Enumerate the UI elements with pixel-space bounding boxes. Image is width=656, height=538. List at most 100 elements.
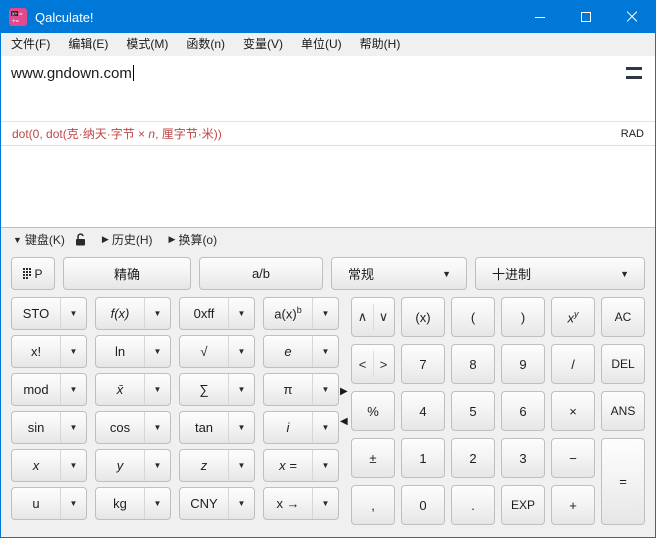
key-9[interactable]: 9 [501, 344, 545, 384]
key-equals[interactable]: = [601, 438, 645, 525]
key-cny-main[interactable]: CNY [180, 488, 228, 519]
key-z-main[interactable]: z [180, 450, 228, 481]
key-parens-x[interactable]: (x) [401, 297, 445, 337]
key-sin[interactable]: sin▼ [11, 411, 87, 444]
history-toggle[interactable]: ▶ 历史(H) [102, 231, 153, 248]
key-x-to-main[interactable]: x → [264, 488, 312, 519]
key-factorial-dropdown[interactable]: ▼ [60, 336, 86, 367]
key-pi-dropdown[interactable]: ▼ [312, 374, 338, 405]
key-x-equals[interactable]: x =▼ [263, 449, 339, 482]
key-sqrt-dropdown[interactable]: ▼ [228, 336, 254, 367]
key-7[interactable]: 7 [401, 344, 445, 384]
key-i-dropdown[interactable]: ▼ [312, 412, 338, 443]
equals-menu-icon[interactable] [626, 67, 642, 79]
nav-left-right-second[interactable]: > [373, 345, 394, 383]
key-x[interactable]: x▼ [11, 449, 87, 482]
key-mean-main[interactable]: x̄ [96, 374, 144, 405]
minimize-button[interactable] [517, 1, 563, 33]
key-comma[interactable]: , [351, 485, 395, 525]
menu-variables[interactable]: 变量(V) [234, 33, 292, 56]
key-multiply[interactable]: × [551, 391, 595, 431]
expand-left-handle[interactable]: ◀ [340, 416, 348, 427]
nav-left-right[interactable]: <> [351, 344, 395, 384]
key-sum[interactable]: ∑▼ [179, 373, 255, 406]
key-tan[interactable]: tan▼ [179, 411, 255, 444]
menu-help[interactable]: 帮助(H) [351, 33, 410, 56]
close-button[interactable] [609, 1, 655, 33]
key-sqrt[interactable]: √▼ [179, 335, 255, 368]
key-0[interactable]: 0 [401, 485, 445, 525]
key-kg[interactable]: kg▼ [95, 487, 171, 520]
key-power[interactable]: xy [551, 297, 595, 337]
menu-units[interactable]: 单位(U) [292, 33, 351, 56]
key-hex[interactable]: 0xff▼ [179, 297, 255, 330]
key-mod-main[interactable]: mod [12, 374, 60, 405]
keyboard-lock-button[interactable] [75, 233, 86, 246]
key-del[interactable]: DEL [601, 344, 645, 384]
key-function-dropdown[interactable]: ▼ [144, 298, 170, 329]
key-x-equals-main[interactable]: x = [264, 450, 312, 481]
key-apply-b[interactable]: a(x)b▼ [263, 297, 339, 330]
menu-mode[interactable]: 模式(M) [117, 33, 177, 56]
key-open-paren[interactable]: ( [451, 297, 495, 337]
key-minus[interactable]: − [551, 438, 595, 478]
key-sqrt-main[interactable]: √ [180, 336, 228, 367]
key-pi-main[interactable]: π [264, 374, 312, 405]
fraction-mode-button[interactable]: a/b [199, 257, 323, 290]
key-i[interactable]: i▼ [263, 411, 339, 444]
key-decimal[interactable]: . [451, 485, 495, 525]
key-x-to-dropdown[interactable]: ▼ [312, 488, 338, 519]
key-kg-dropdown[interactable]: ▼ [144, 488, 170, 519]
expand-right-handle[interactable]: ▶ [340, 386, 348, 397]
key-x-to[interactable]: x →▼ [263, 487, 339, 520]
key-u-dropdown[interactable]: ▼ [60, 488, 86, 519]
key-pi[interactable]: π▼ [263, 373, 339, 406]
key-i-main[interactable]: i [264, 412, 312, 443]
key-y-dropdown[interactable]: ▼ [144, 450, 170, 481]
key-mean[interactable]: x̄▼ [95, 373, 171, 406]
key-hex-dropdown[interactable]: ▼ [228, 298, 254, 329]
key-cny[interactable]: CNY▼ [179, 487, 255, 520]
key-x-equals-dropdown[interactable]: ▼ [312, 450, 338, 481]
key-close-paren[interactable]: ) [501, 297, 545, 337]
key-sum-main[interactable]: ∑ [180, 374, 228, 405]
key-8[interactable]: 8 [451, 344, 495, 384]
key-sum-dropdown[interactable]: ▼ [228, 374, 254, 405]
expression-input[interactable]: www.gndown.com [1, 56, 655, 121]
key-percent[interactable]: % [351, 391, 395, 431]
nav-left-right-first[interactable]: < [352, 345, 373, 383]
key-5[interactable]: 5 [451, 391, 495, 431]
key-u[interactable]: u▼ [11, 487, 87, 520]
key-mod[interactable]: mod▼ [11, 373, 87, 406]
menu-edit[interactable]: 编辑(E) [59, 33, 117, 56]
display-mode-dropdown[interactable]: 常规 ▼ [331, 257, 467, 290]
key-u-main[interactable]: u [12, 488, 60, 519]
menu-functions[interactable]: 函数(n) [177, 33, 234, 56]
key-function-main[interactable]: f(x) [96, 298, 144, 329]
programming-keypad-button[interactable]: P [11, 257, 55, 290]
key-store[interactable]: STO▼ [11, 297, 87, 330]
key-y-main[interactable]: y [96, 450, 144, 481]
key-mod-dropdown[interactable]: ▼ [60, 374, 86, 405]
key-plus-minus[interactable]: ± [351, 438, 395, 478]
number-base-dropdown[interactable]: 十进制 ▼ [475, 257, 645, 290]
key-sin-dropdown[interactable]: ▼ [60, 412, 86, 443]
key-plus[interactable]: + [551, 485, 595, 525]
key-tan-dropdown[interactable]: ▼ [228, 412, 254, 443]
nav-up-down[interactable]: ∧∨ [351, 297, 395, 337]
menu-file[interactable]: 文件(F) [2, 33, 59, 56]
key-3[interactable]: 3 [501, 438, 545, 478]
key-x-dropdown[interactable]: ▼ [60, 450, 86, 481]
key-apply-b-dropdown[interactable]: ▼ [312, 298, 338, 329]
key-factorial-main[interactable]: x! [12, 336, 60, 367]
key-divide[interactable]: / [551, 344, 595, 384]
key-ln-dropdown[interactable]: ▼ [144, 336, 170, 367]
key-kg-main[interactable]: kg [96, 488, 144, 519]
key-exp[interactable]: EXP [501, 485, 545, 525]
key-e-main[interactable]: e [264, 336, 312, 367]
key-z-dropdown[interactable]: ▼ [228, 450, 254, 481]
key-2[interactable]: 2 [451, 438, 495, 478]
key-apply-b-main[interactable]: a(x)b [264, 298, 312, 329]
key-mean-dropdown[interactable]: ▼ [144, 374, 170, 405]
key-ans[interactable]: ANS [601, 391, 645, 431]
